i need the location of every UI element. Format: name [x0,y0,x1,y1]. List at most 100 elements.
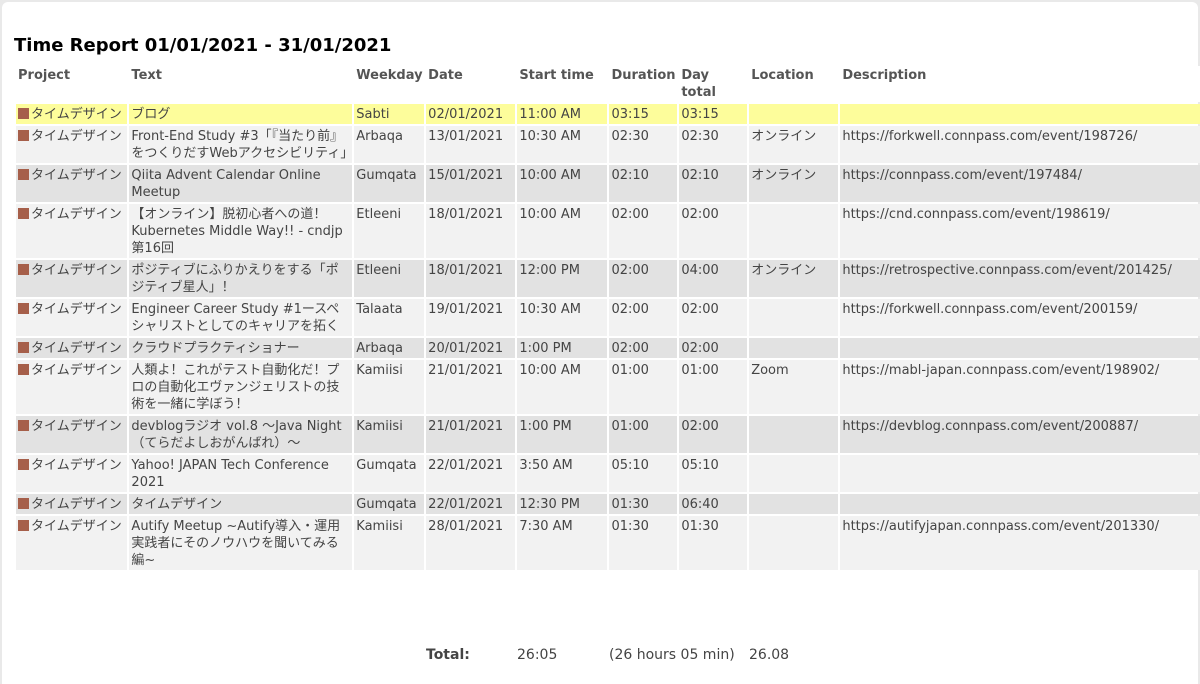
table-row[interactable]: タイムデザイン Engineer Career Study #1ースペシャリストと… [16,299,1200,336]
cell-start-time: 7:30 AM [517,516,608,570]
project-name: タイムデザイン [31,519,122,534]
project-color-swatch-icon [18,169,29,180]
table-row[interactable]: タイムデザイン 【オンライン】脱初心者への道！Kubernetes Middle … [16,204,1200,258]
project-color-swatch-icon [18,364,29,375]
col-header-weekday: Weekday [354,66,425,102]
cell-description: https://cnd.connpass.com/event/198619/ [840,204,1200,258]
project-color-swatch-icon [18,208,29,219]
cell-text: Autify Meetup ~Autify導入・運用実践者にそのノウハウを聞いて… [129,516,353,570]
cell-description [840,104,1200,124]
cell-duration: 01:30 [609,494,678,514]
cell-date: 28/01/2021 [426,516,516,570]
cell-description: https://forkwell.connpass.com/event/2001… [840,299,1200,336]
cell-text: Engineer Career Study #1ースペシャリストとしてのキャリア… [129,299,353,336]
project-color-swatch-icon [18,459,29,470]
cell-date: 19/01/2021 [426,299,516,336]
cell-duration: 02:00 [609,260,678,297]
table-header-row: Project Text Weekday Date Start time Dur… [16,66,1200,102]
cell-text: 人類よ！これがテスト自動化だ！プロの自動化エヴァンジェリストの技術を一緒に学ぼう… [129,360,353,414]
table-row[interactable]: タイムデザイン 人類よ！これがテスト自動化だ！プロの自動化エヴァンジェリストの技術… [16,360,1200,414]
project-color-swatch-icon [18,130,29,141]
cell-text: タイムデザイン [129,494,353,514]
total-hours-text: (26 hours 05 min) [609,647,735,663]
cell-date: 18/01/2021 [426,260,516,297]
cell-location [749,104,839,124]
cell-location: オンライン [749,260,839,297]
project-color-swatch-icon [18,520,29,531]
time-report-table: Project Text Weekday Date Start time Dur… [14,64,1200,572]
cell-day-total: 05:10 [679,455,748,492]
table-row[interactable]: タイムデザイン タイムデザイン Gumqata 22/01/2021 12:30 PM 0… [16,494,1200,514]
cell-start-time: 10:00 AM [517,360,608,414]
cell-location [749,338,839,358]
project-color-swatch-icon [18,342,29,353]
cell-start-time: 12:00 PM [517,260,608,297]
cell-project: タイムデザイン [16,126,128,163]
cell-project: タイムデザイン [16,299,128,336]
cell-day-total: 02:30 [679,126,748,163]
project-color-swatch-icon [18,303,29,314]
cell-weekday: Gumqata [354,165,425,202]
cell-start-time: 10:30 AM [517,299,608,336]
cell-day-total: 02:00 [679,299,748,336]
project-color-swatch-icon [18,108,29,119]
table-row[interactable]: タイムデザイン ポジティブにふりかえりをする「ポジティブ星人」！ Etleeni 18… [16,260,1200,297]
project-name: タイムデザイン [31,302,122,317]
table-row[interactable]: タイムデザイン Front-End Study #3「『当たり前』をつくりだすWe… [16,126,1200,163]
cell-weekday: Gumqata [354,455,425,492]
table-row[interactable]: タイムデザイン ブログ Sabti 02/01/2021 11:00 AM 03:15 03… [16,104,1200,124]
cell-text: Yahoo! JAPAN Tech Conference 2021 [129,455,353,492]
cell-duration: 01:30 [609,516,678,570]
cell-weekday: Etleeni [354,260,425,297]
table-row[interactable]: タイムデザイン Yahoo! JAPAN Tech Conference 2021… [16,455,1200,492]
project-name: タイムデザイン [31,168,122,183]
table-row[interactable]: タイムデザイン Qiita Advent Calendar Online Meet… [16,165,1200,202]
col-header-day-total: Day total [679,66,748,102]
cell-duration: 02:00 [609,299,678,336]
cell-start-time: 12:30 PM [517,494,608,514]
project-color-swatch-icon [18,264,29,275]
project-name: タイムデザイン [31,207,122,222]
cell-location [749,416,839,453]
project-name: タイムデザイン [31,341,122,356]
cell-duration: 02:30 [609,126,678,163]
cell-text: Qiita Advent Calendar Online Meetup [129,165,353,202]
total-label: Total: [426,647,470,663]
total-decimal: 26.08 [749,647,790,663]
cell-weekday: Arbaqa [354,338,425,358]
cell-day-total: 04:00 [679,260,748,297]
cell-date: 02/01/2021 [426,104,516,124]
cell-start-time: 1:00 PM [517,338,608,358]
cell-text: devblogラジオ vol.8 ～Java Night（てらだよしおがんばれ）… [129,416,353,453]
cell-date: 15/01/2021 [426,165,516,202]
col-header-duration: Duration [609,66,678,102]
cell-weekday: Arbaqa [354,126,425,163]
cell-date: 18/01/2021 [426,204,516,258]
cell-text: ポジティブにふりかえりをする「ポジティブ星人」！ [129,260,353,297]
cell-day-total: 01:00 [679,360,748,414]
project-color-swatch-icon [18,498,29,509]
cell-text: クラウドプラクティショナー [129,338,353,358]
table-body: タイムデザイン ブログ Sabti 02/01/2021 11:00 AM 03:15 03… [16,104,1200,570]
cell-date: 13/01/2021 [426,126,516,163]
project-color-swatch-icon [18,420,29,431]
cell-start-time: 3:50 AM [517,455,608,492]
table-row[interactable]: タイムデザイン クラウドプラクティショナー Arbaqa 20/01/2021 1:00… [16,338,1200,358]
cell-location: オンライン [749,165,839,202]
cell-text: 【オンライン】脱初心者への道！Kubernetes Middle Way!! -… [129,204,353,258]
cell-duration: 03:15 [609,104,678,124]
cell-description: https://autifyjapan.connpass.com/event/2… [840,516,1200,570]
cell-day-total: 06:40 [679,494,748,514]
cell-description [840,338,1200,358]
col-header-project: Project [16,66,128,102]
cell-location [749,299,839,336]
col-header-start-time: Start time [517,66,608,102]
cell-date: 22/01/2021 [426,494,516,514]
cell-day-total: 01:30 [679,516,748,570]
cell-day-total: 02:00 [679,338,748,358]
project-name: タイムデザイン [31,107,122,122]
table-row[interactable]: タイムデザイン devblogラジオ vol.8 ～Java Night（てらだよ… [16,416,1200,453]
table-row[interactable]: タイムデザイン Autify Meetup ~Autify導入・運用実践者にそのノ… [16,516,1200,570]
cell-weekday: Talaata [354,299,425,336]
cell-project: タイムデザイン [16,455,128,492]
